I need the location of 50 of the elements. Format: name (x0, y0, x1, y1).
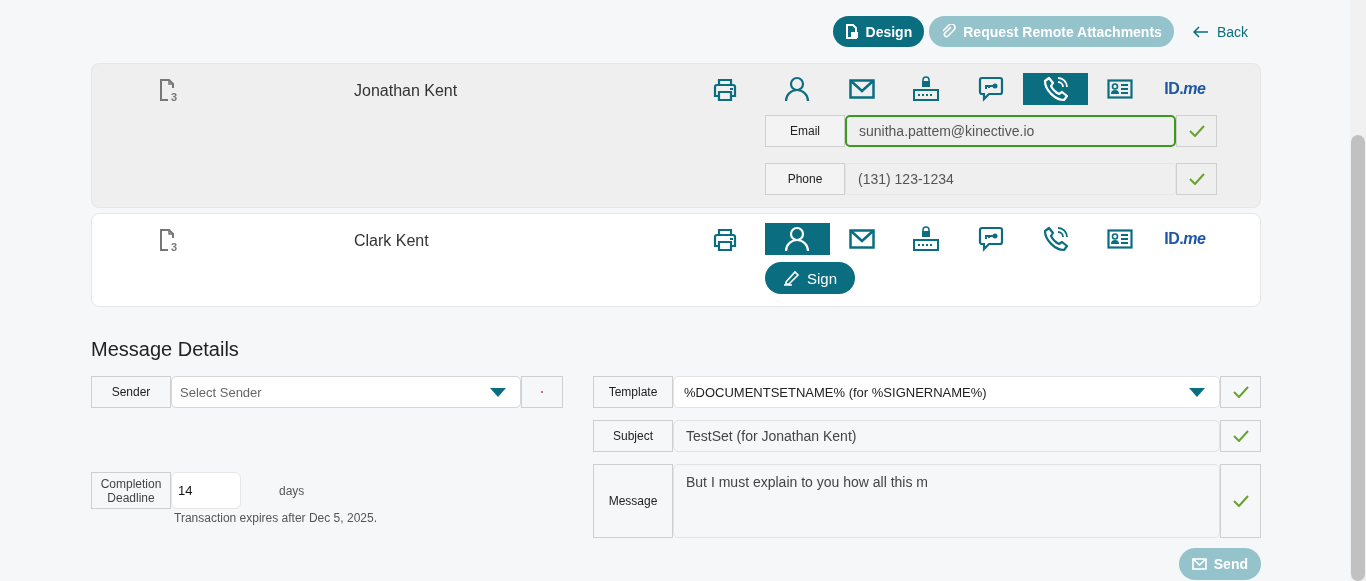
sender-dropdown[interactable]: Select Sender (171, 376, 521, 408)
message-input-field[interactable]: But I must explain to you how all this m (673, 464, 1220, 538)
phone-icon (1042, 226, 1069, 252)
pen-icon (783, 270, 801, 286)
field-label: Completion Deadline (91, 472, 171, 509)
envelope-icon (848, 79, 875, 99)
chat-key-icon (978, 226, 1004, 252)
phone-icon (1042, 76, 1069, 102)
left-arrow-icon (1192, 25, 1209, 38)
field-label: Template (593, 376, 673, 408)
field-label: Phone (765, 163, 845, 195)
signer-card[interactable]: 3 Jonathan Kent ID.me Email sunitha.pattem@kinective.io Phone (131) 123-1234 (91, 63, 1261, 208)
scrollbar[interactable] (1350, 0, 1366, 581)
caret-icon (490, 387, 506, 397)
expiry-note: Transaction expires after Dec 5, 2025. (174, 511, 377, 525)
idme-method-tab[interactable]: ID.me (1152, 223, 1218, 255)
signer-card[interactable]: 3 Clark Kent ID.me Sign (91, 213, 1261, 307)
person-method-tab[interactable] (765, 223, 830, 255)
person-icon (784, 226, 811, 252)
keypad-lock-icon (912, 226, 941, 252)
idme-method-tab[interactable]: ID.me (1152, 73, 1218, 105)
printer-icon[interactable] (712, 78, 738, 102)
field-label: Message (593, 464, 673, 538)
field-label: Email (765, 115, 845, 147)
template-dropdown[interactable]: %DOCUMENTSETNAME% (for %SIGNERNAME%) (673, 376, 1220, 408)
envelope-icon (1191, 558, 1207, 570)
subject-input-field[interactable]: TestSet (for Jonathan Kent) (673, 420, 1220, 452)
paperclip-icon (941, 24, 957, 39)
chat-key-icon (978, 76, 1004, 102)
id-card-icon (1107, 229, 1134, 249)
field-label: Subject (593, 420, 673, 452)
keypad-lock-icon (912, 76, 941, 102)
signer-name: Jonathan Kent (354, 81, 459, 101)
id-card-icon (1107, 79, 1134, 99)
section-title: Message Details (91, 337, 240, 361)
field-label: Sender (91, 376, 171, 408)
design-button[interactable]: Design (832, 16, 925, 47)
back-link[interactable]: Back (1192, 23, 1248, 40)
unit-label: days (279, 483, 305, 498)
printer-icon[interactable] (712, 228, 738, 252)
person-icon (784, 76, 811, 102)
document-icon (844, 24, 859, 39)
contact-input-field[interactable]: (131) 123-1234 (845, 163, 1176, 195)
deadline-input-field[interactable]: 14 (171, 472, 241, 509)
signer-name: Clark Kent (354, 231, 430, 251)
sign-button[interactable]: Sign (765, 262, 855, 294)
contact-input-field[interactable]: sunitha.pattem@kinective.io (845, 115, 1176, 147)
envelope-icon (848, 229, 875, 249)
caret-icon (1189, 387, 1205, 397)
phone-method-tab[interactable] (1023, 73, 1088, 105)
